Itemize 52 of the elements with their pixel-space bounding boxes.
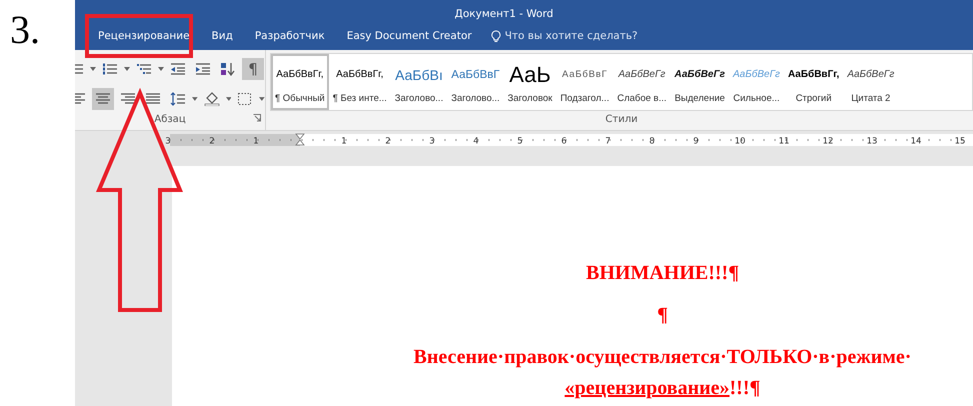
ruler-number: 1 — [253, 136, 259, 146]
multilevel-list-icon — [136, 62, 152, 76]
caret-icon — [192, 97, 198, 101]
group-label: Абзац — [154, 114, 186, 125]
numbered-list-icon — [102, 62, 118, 76]
align-center-icon — [95, 92, 111, 106]
ruler-number: 8 — [649, 136, 655, 146]
ribbon-tab[interactable]: Рецензирование — [87, 22, 201, 50]
caret-icon — [158, 67, 164, 71]
justify-icon — [145, 92, 161, 106]
ribbon-tab[interactable]: Разработчик — [244, 22, 336, 50]
caret-icon — [259, 97, 265, 101]
ruler-number: 1 — [341, 136, 347, 146]
ruler-number: 15 — [954, 136, 966, 146]
ribbon-tab[interactable]: Вид — [200, 22, 244, 50]
ruler-number: 11 — [778, 136, 790, 146]
show-marks-button[interactable]: ¶ — [242, 58, 264, 80]
ruler-number: 2 — [385, 136, 391, 146]
ruler-number: 14 — [910, 136, 922, 146]
align-center-button[interactable] — [92, 88, 114, 110]
ruler-number: 3 — [429, 136, 435, 146]
ruler-number: 3 — [165, 136, 171, 146]
ruler-number: 4 — [473, 136, 479, 146]
sort-icon — [220, 62, 236, 76]
dialog-launcher-icon[interactable] — [253, 114, 261, 122]
caret-icon — [124, 67, 130, 71]
increase-indent-icon — [195, 62, 211, 76]
ribbon-tab[interactable]: Easy Document Creator — [336, 22, 483, 50]
ruler-number: 2 — [209, 136, 215, 146]
align-right-icon — [120, 92, 136, 106]
tell-me-field[interactable]: Что вы хотите сделать? — [504, 30, 645, 42]
borders-icon — [237, 92, 254, 106]
ruler-number: 12 — [822, 136, 834, 146]
window-title: Документ1 - Word — [454, 7, 554, 22]
ruler-number: 9 — [693, 136, 699, 146]
style-item[interactable]: АаБбВвГг, ¶ Обычный — [271, 54, 329, 110]
decrease-indent-icon — [170, 62, 186, 76]
ruler-number: 6 — [561, 136, 567, 146]
ruler-number: 7 — [605, 136, 611, 146]
lightbulb-icon — [490, 30, 501, 42]
group-label: Стили — [605, 114, 638, 125]
document-paragraph: ¶ — [657, 303, 668, 328]
document-paragraph: ВНИМАНИЕ!!!¶ — [586, 261, 739, 286]
ruler-number: 13 — [866, 136, 878, 146]
ruler-number: 10 — [734, 136, 746, 146]
document-paragraph: Внесение·правок·осуществляется·ТОЛЬКО·в·режиме· «рецензирование»!!!¶ — [414, 345, 912, 401]
paint-bucket-icon — [204, 92, 220, 106]
ruler-number: 5 — [517, 136, 523, 146]
caret-icon — [90, 67, 96, 71]
caret-icon — [226, 97, 232, 101]
line-spacing-icon — [170, 92, 186, 106]
step-number: 3. — [10, 8, 40, 52]
